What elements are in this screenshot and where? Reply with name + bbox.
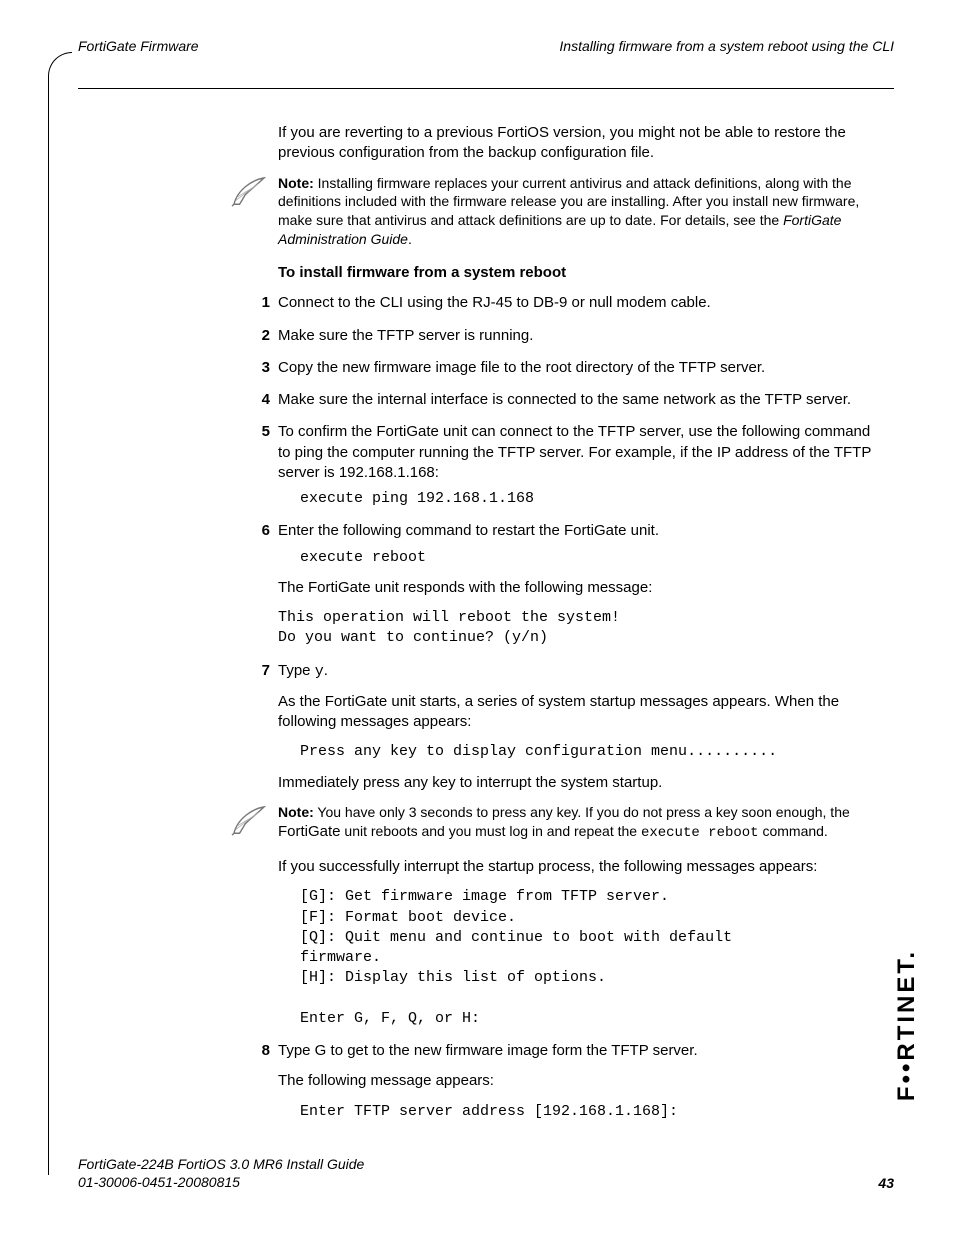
step-5: 5 To confirm the FortiGate unit can conn…	[278, 422, 884, 509]
header-right: Installing firmware from a system reboot…	[559, 38, 894, 54]
header-rule	[78, 88, 894, 89]
note-quill-icon	[230, 176, 268, 214]
step-number: 8	[242, 1041, 270, 1061]
step-7: 7 Type y. As the FortiGate unit starts, …	[278, 661, 884, 1030]
step-paragraph: The following message appears:	[278, 1071, 884, 1091]
intro-paragraph: If you are reverting to a previous Forti…	[278, 123, 884, 164]
steps-list: 1 Connect to the CLI using the RJ-45 to …	[278, 293, 884, 1122]
step-paragraph: If you successfully interrupt the startu…	[278, 857, 884, 877]
footer: FortiGate-224B FortiOS 3.0 MR6 Install G…	[78, 1155, 894, 1191]
t: .	[324, 662, 328, 679]
step-number: 7	[242, 661, 270, 681]
step-number: 5	[242, 422, 270, 442]
step-text: Type G to get to the new firmware image …	[278, 1042, 698, 1059]
step-text: Copy the new firmware image file to the …	[278, 359, 765, 376]
step-paragraph: As the FortiGate unit starts, a series o…	[278, 692, 884, 733]
step-text: Connect to the CLI using the RJ-45 to DB…	[278, 294, 711, 311]
code-block: [G]: Get firmware image from TFTP server…	[300, 887, 884, 1029]
step-6: 6 Enter the following command to restart…	[278, 521, 884, 648]
footer-left: FortiGate-224B FortiOS 3.0 MR6 Install G…	[78, 1155, 364, 1191]
content: If you are reverting to a previous Forti…	[278, 123, 884, 1122]
section-heading: To install firmware from a system reboot	[278, 263, 884, 283]
step-1: 1 Connect to the CLI using the RJ-45 to …	[278, 293, 884, 313]
step-paragraph: Immediately press any key to interrupt t…	[278, 773, 884, 793]
step-number: 1	[242, 293, 270, 313]
header-left: FortiGate Firmware	[78, 38, 199, 54]
left-rule	[48, 76, 49, 1175]
note-block-1: Note: Installing firmware replaces your …	[230, 174, 884, 250]
corner-rule	[48, 52, 72, 76]
step-3: 3 Copy the new firmware image file to th…	[278, 358, 884, 378]
note-body-a: Installing firmware replaces your curren…	[278, 175, 859, 229]
note-text-1: Note: Installing firmware replaces your …	[278, 174, 884, 250]
t: Type	[278, 662, 315, 679]
step-text: Type y.	[278, 662, 328, 679]
inline-code: y	[315, 663, 324, 680]
step-paragraph: The FortiGate unit responds with the fol…	[278, 578, 884, 598]
t: unit reboots and you must log in and rep…	[341, 823, 641, 839]
note-text-2: Note: You have only 3 seconds to press a…	[278, 803, 884, 843]
t: command.	[759, 823, 828, 839]
note-block-2: Note: You have only 3 seconds to press a…	[230, 803, 884, 843]
footer-line2: 01-30006-0451-20080815	[78, 1173, 364, 1191]
code-block: execute reboot	[300, 548, 884, 568]
step-8: 8 Type G to get to the new firmware imag…	[278, 1041, 884, 1122]
note-lead: Note:	[278, 804, 314, 820]
step-text: Make sure the TFTP server is running.	[278, 327, 533, 344]
page-number: 43	[878, 1175, 894, 1191]
t: FortiGate	[278, 823, 341, 840]
fortinet-logo: F••RTINET.	[890, 915, 924, 1135]
footer-line1: FortiGate-224B FortiOS 3.0 MR6 Install G…	[78, 1155, 364, 1173]
running-heads: FortiGate Firmware Installing firmware f…	[78, 38, 894, 54]
step-number: 2	[242, 326, 270, 346]
t: You have only 3 seconds to press any key…	[314, 804, 850, 820]
step-number: 3	[242, 358, 270, 378]
code-block: Enter TFTP server address [192.168.1.168…	[300, 1102, 884, 1122]
code-block: execute ping 192.168.1.168	[300, 489, 884, 509]
code-block: Press any key to display configuration m…	[300, 742, 884, 762]
note-lead: Note:	[278, 175, 314, 191]
step-text: Enter the following command to restart t…	[278, 522, 659, 539]
code-block: This operation will reboot the system! D…	[278, 608, 884, 649]
step-4: 4 Make sure the internal interface is co…	[278, 390, 884, 410]
inline-code: execute reboot	[641, 825, 759, 841]
note-body-b: .	[408, 231, 412, 247]
step-text: Make sure the internal interface is conn…	[278, 391, 851, 408]
step-number: 6	[242, 521, 270, 541]
logo-text: F••RTINET.	[893, 949, 921, 1101]
step-text: To confirm the FortiGate unit can connec…	[278, 423, 871, 481]
step-number: 4	[242, 390, 270, 410]
note-quill-icon	[230, 805, 268, 843]
step-2: 2 Make sure the TFTP server is running.	[278, 326, 884, 346]
page: FortiGate Firmware Installing firmware f…	[0, 0, 954, 1235]
